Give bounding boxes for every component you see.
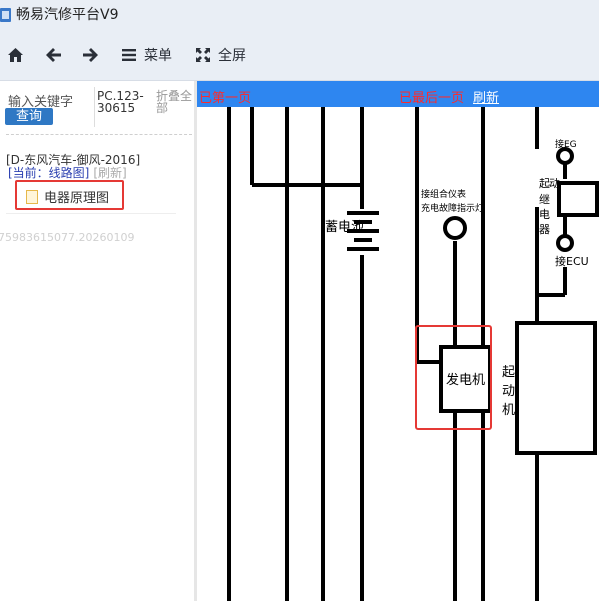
app-icon	[0, 8, 11, 22]
relay-label-5: 器	[539, 223, 550, 236]
battery-label: 蓄电池	[325, 220, 364, 235]
home-icon	[8, 48, 23, 62]
diagram-panel: 已第一页 已最后一页 刷新 蓄电池 接组合仪表 充电故障指示灯 发电机 起 动 …	[197, 81, 599, 601]
menu-label: 菜单	[144, 48, 172, 64]
divider	[6, 213, 176, 214]
indicator-terminal	[443, 216, 467, 240]
title-bar: 畅易汽修平台V9	[0, 0, 599, 30]
footer-id: 75983615077.20260109	[0, 231, 135, 244]
current-view-label: [当前：线路图]	[8, 166, 90, 180]
home-button[interactable]	[8, 44, 23, 66]
current-view: [当前：线路图] [刷新]	[8, 164, 127, 181]
highlight-box	[15, 180, 124, 210]
diagram-header: 已第一页 已最后一页 刷新	[197, 81, 599, 107]
query-button[interactable]: 查询	[5, 108, 53, 125]
fullscreen-icon	[196, 48, 210, 62]
refresh-link[interactable]: 刷新	[473, 87, 499, 106]
starter-box	[515, 321, 597, 455]
generator-label: 发电机	[446, 372, 485, 388]
relay-terminal-top	[556, 147, 574, 165]
relay-box	[557, 181, 599, 217]
first-page-notice: 已第一页	[199, 91, 252, 106]
menu-icon	[122, 49, 136, 61]
indicator-label-2: 充电故障指示灯	[421, 202, 484, 214]
window-title: 畅易汽修平台V9	[16, 7, 119, 23]
collapse-all-link[interactable]: 折叠全部	[156, 90, 194, 114]
divider	[94, 87, 95, 127]
fullscreen-label: 全屏	[218, 48, 246, 64]
relay-label-2: 动	[549, 177, 560, 190]
relay-label-4: 电	[539, 208, 550, 221]
wiring-diagram: 蓄电池 接组合仪表 充电故障指示灯 发电机 起 动 机 接EG 起 动 继 电 …	[227, 107, 599, 601]
refresh-link[interactable]: [刷新]	[93, 166, 126, 180]
relay-terminal-bottom	[556, 234, 574, 252]
starter-label-1: 起	[502, 365, 515, 380]
pc-code: PC.123-30615	[97, 89, 144, 115]
arrow-right-icon	[83, 48, 98, 62]
starter-label-3: 机	[502, 403, 515, 418]
left-panel: 输入关键字 查询 PC.123-30615 折叠全部 [D-东风汽车-御风-20…	[0, 81, 194, 601]
menu-button[interactable]: 菜单	[122, 44, 172, 66]
fullscreen-button[interactable]: 全屏	[196, 44, 246, 66]
divider	[6, 134, 192, 135]
last-page-notice: 已最后一页	[399, 91, 465, 106]
toolbar: 菜单 全屏	[0, 30, 599, 81]
relay-bottom-label: 接ECU	[555, 255, 589, 268]
forward-button[interactable]	[83, 44, 98, 66]
indicator-label-1: 接组合仪表	[421, 188, 466, 200]
back-button[interactable]	[46, 44, 61, 66]
starter-label-2: 动	[502, 384, 515, 399]
relay-label-3: 继	[539, 193, 550, 206]
arrow-left-icon	[46, 48, 61, 62]
